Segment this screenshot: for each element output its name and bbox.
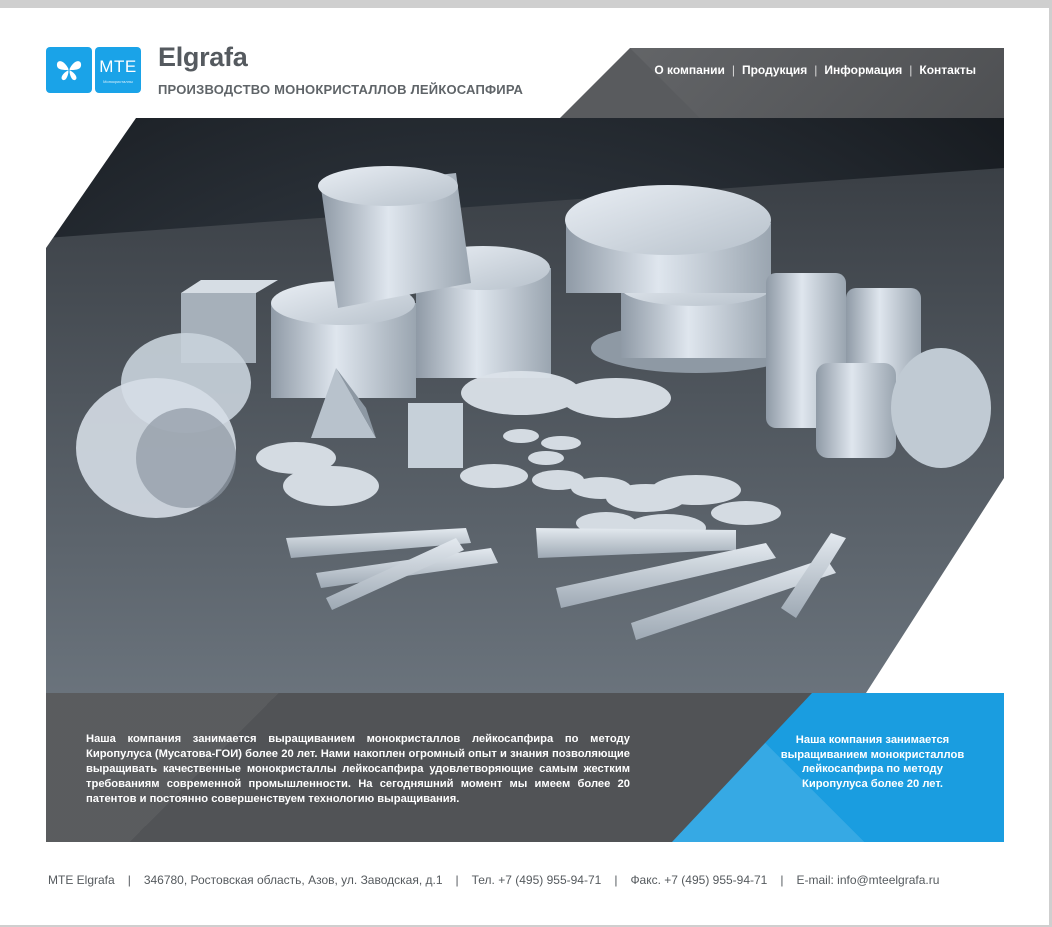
footer-separator: | (780, 873, 784, 887)
footer-company: MTE Elgrafa (48, 873, 115, 887)
hero-image (46, 118, 1004, 693)
butterfly-icon (46, 47, 92, 93)
footer-address: 346780, Ростовская область, Азов, ул. За… (143, 873, 443, 887)
nav-separator: | (909, 63, 913, 77)
highlight-text: Наша компания занимается выращиванием мо… (780, 734, 965, 790)
brand-tagline: ПРОИЗВОДСТВО МОНОКРИСТАЛЛОВ ЛЕЙКОСАПФИРА (158, 82, 524, 97)
nav-separator: | (731, 63, 735, 77)
logo-small-text: Монокристаллы (103, 78, 133, 84)
nav-separator: | (814, 63, 818, 77)
nav-item-contacts[interactable]: Контакты (919, 63, 976, 77)
footer-fax: Факс. +7 (495) 955-94-71 (630, 873, 768, 887)
footer-separator: | (127, 873, 131, 887)
footer-separator: | (614, 873, 618, 887)
crystal-products-photo (46, 118, 1004, 693)
nav-item-products[interactable]: Продукция (742, 63, 807, 77)
info-main-text: Наша компания занимается выращиванием мо… (86, 733, 630, 805)
logo-text: MTE (99, 56, 137, 76)
nav-item-information[interactable]: Информация (824, 63, 902, 77)
logo-mte-box: MTE Монокристаллы (95, 47, 141, 93)
logo[interactable]: MTE Монокристаллы (46, 47, 141, 93)
footer-separator: | (455, 873, 459, 887)
footer-phone[interactable]: Тел. +7 (495) 955-94-71 (472, 873, 602, 887)
top-border (0, 0, 1052, 8)
brand-name: Elgrafa (158, 42, 248, 72)
nav-item-about[interactable]: О компании (654, 63, 725, 77)
footer-email[interactable]: E-mail: info@mteelgrafa.ru (796, 873, 939, 887)
footer: MTE Elgrafa | 346780, Ростовская область… (48, 873, 939, 887)
main-nav: О компании | Продукция | Информация | Ко… (654, 63, 976, 77)
